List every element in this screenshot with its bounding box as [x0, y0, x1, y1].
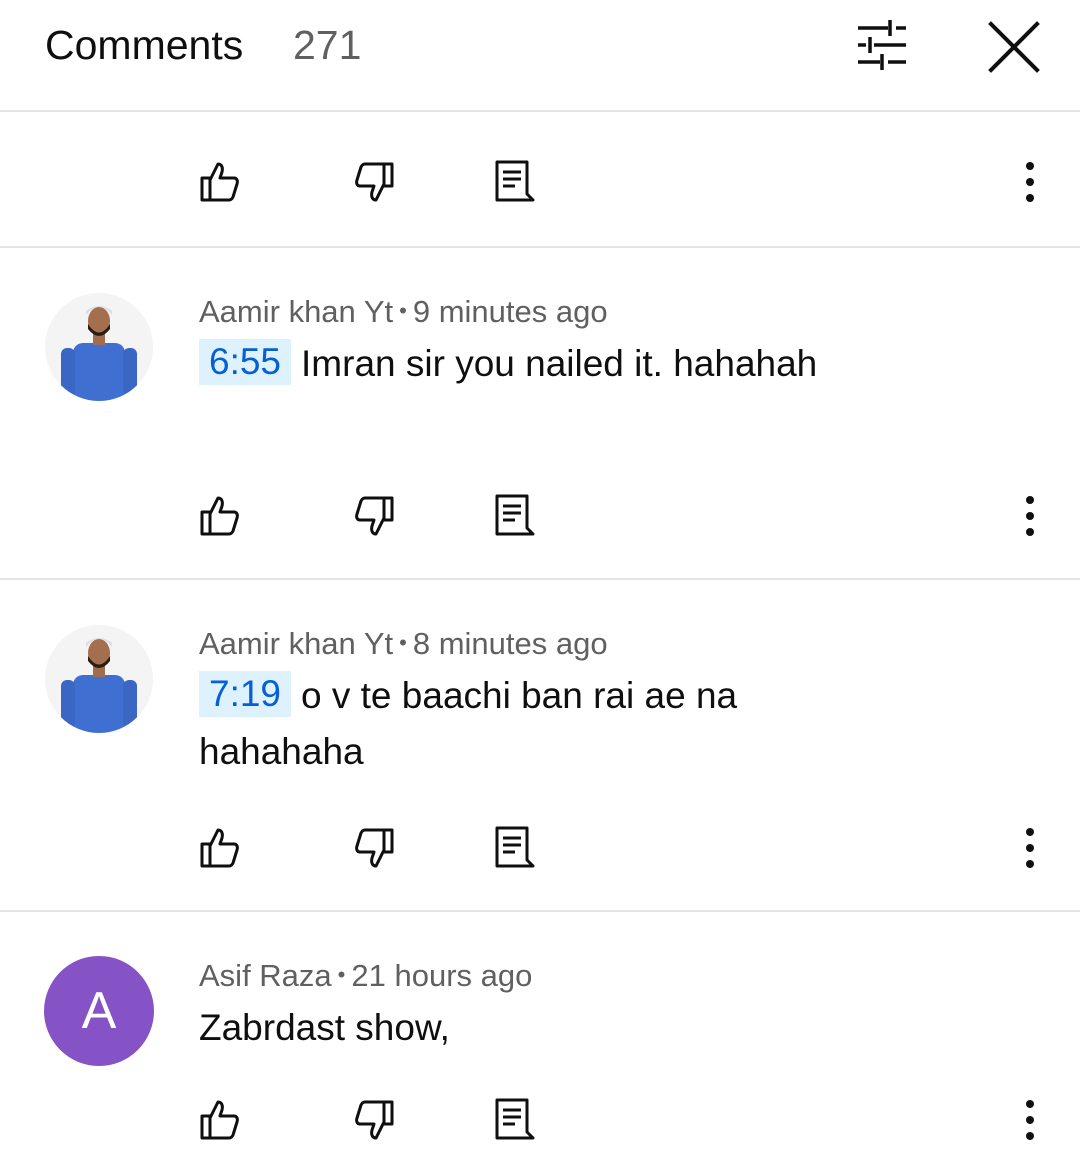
close-icon	[988, 21, 1040, 73]
comment-item: Aamir khan Yt • 9 minutes ago 6:55 Imran si…	[0, 246, 1080, 580]
reply-button[interactable]	[488, 822, 536, 870]
filter-icon	[858, 20, 906, 70]
more-options-button[interactable]	[1010, 1098, 1050, 1142]
like-button[interactable]	[196, 158, 244, 206]
comment-text: 7:19 o v te baachi ban rai ae na hahahaha	[199, 668, 819, 780]
comment-time: 9 minutes ago	[412, 294, 608, 329]
comment-author[interactable]: Asif Raza	[199, 958, 332, 993]
dislike-button[interactable]	[350, 1096, 398, 1144]
like-button[interactable]	[196, 492, 244, 540]
close-button[interactable]	[980, 16, 1046, 82]
more-options-button[interactable]	[1010, 826, 1050, 870]
more-options-button[interactable]	[1010, 494, 1050, 538]
reply-button[interactable]	[488, 490, 536, 538]
comment-author[interactable]: Aamir khan Yt	[199, 294, 393, 329]
comment-item: Aamir khan Yt • 8 minutes ago 7:19 o v te b…	[0, 578, 1080, 912]
avatar[interactable]	[45, 293, 153, 401]
reply-button[interactable]	[488, 156, 536, 204]
comment-item	[0, 112, 1080, 248]
comment-meta: Aamir khan Yt • 9 minutes ago	[199, 294, 608, 329]
comment-time: 21 hours ago	[351, 958, 533, 993]
dislike-button[interactable]	[350, 158, 398, 206]
like-button[interactable]	[196, 824, 244, 872]
timestamp-link[interactable]: 6:55	[199, 339, 292, 385]
comment-body: Imran sir you nailed it. hahahah	[301, 343, 818, 384]
avatar[interactable]: A	[44, 956, 154, 1066]
timestamp-link[interactable]: 7:19	[199, 671, 292, 717]
comment-text: 6:55 Imran sir you nailed it. hahahah	[199, 336, 819, 392]
comments-header: Comments 271	[0, 0, 1080, 112]
comment-time: 8 minutes ago	[412, 626, 608, 661]
comment-text: Zabrdast show,	[199, 1000, 819, 1056]
panel-title: Comments	[45, 22, 244, 68]
comment-author[interactable]: Aamir khan Yt	[199, 626, 393, 661]
comment-meta: Aamir khan Yt • 8 minutes ago	[199, 626, 608, 661]
comment-meta: Asif Raza • 21 hours ago	[199, 958, 533, 993]
reply-button[interactable]	[488, 1094, 536, 1142]
more-options-button[interactable]	[1010, 160, 1050, 204]
like-button[interactable]	[196, 1096, 244, 1144]
comment-body: Zabrdast show,	[199, 1007, 450, 1048]
filter-button[interactable]	[848, 16, 914, 76]
comment-item: A Asif Raza • 21 hours ago Zabrdast show,	[0, 910, 1080, 1150]
comment-count: 271	[293, 22, 362, 68]
avatar[interactable]	[45, 625, 153, 733]
dislike-button[interactable]	[350, 824, 398, 872]
dislike-button[interactable]	[350, 492, 398, 540]
